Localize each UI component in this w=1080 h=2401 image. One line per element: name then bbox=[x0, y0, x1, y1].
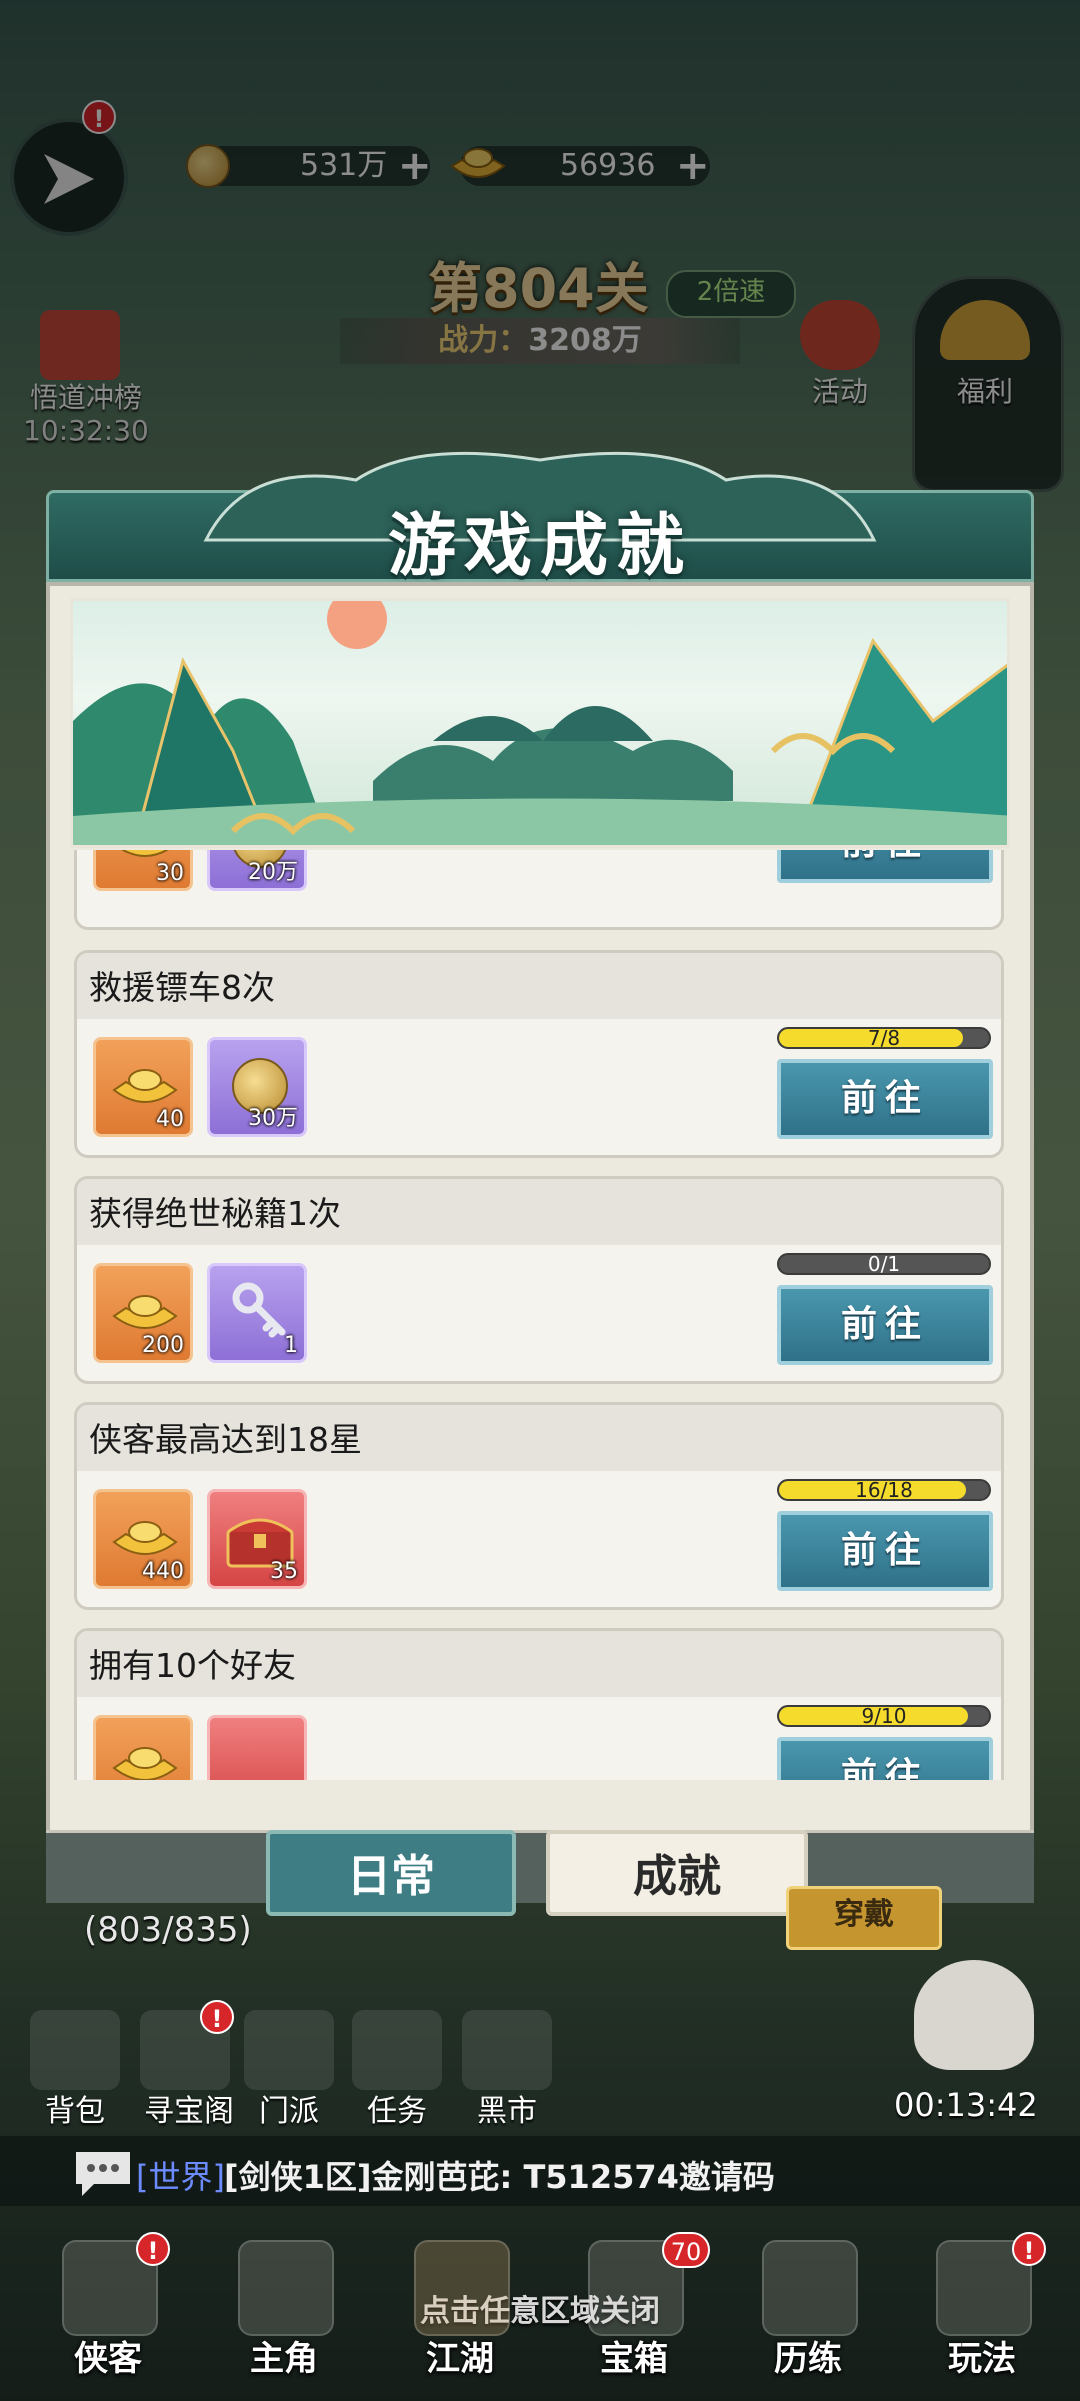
nav-chest-badge: 70 bbox=[662, 2232, 710, 2268]
achievement-title: 拥有10个好友 bbox=[89, 1646, 296, 1685]
go-button[interactable]: 前往 bbox=[777, 850, 993, 883]
progress-text: 7/8 bbox=[867, 1027, 901, 1049]
protagonist-icon bbox=[238, 2240, 334, 2336]
reward-quantity: 30万 bbox=[248, 1106, 298, 1131]
mainline-progress: (803/835) bbox=[84, 1910, 252, 1950]
progress-text: 0/1 bbox=[867, 1253, 901, 1275]
reward-quantity: 20万 bbox=[248, 860, 298, 885]
nav-hero-label: 侠客 bbox=[74, 2339, 142, 2379]
progress-bar: 9/10 bbox=[777, 1705, 991, 1727]
chat-bubble-icon bbox=[76, 2152, 130, 2196]
reward-quantity: 40 bbox=[156, 1107, 184, 1132]
gold-ingot-reward[interactable]: 40 bbox=[93, 1037, 193, 1137]
equip-button[interactable]: 穿戴 bbox=[786, 1886, 942, 1950]
achievement-title: 获得绝世秘籍1次 bbox=[89, 1194, 341, 1233]
progress-bar: 16/18 bbox=[777, 1479, 991, 1501]
gold-ingot-reward[interactable]: 30 bbox=[93, 850, 193, 891]
black-market-icon[interactable] bbox=[462, 2010, 552, 2090]
sword-icon bbox=[414, 2240, 510, 2336]
achievement-list[interactable]: 30 20万 前往 救援镖车8次 40 30万 7/8 bbox=[74, 850, 1004, 1780]
nav-gameplay-badge: ! bbox=[1012, 2232, 1046, 2266]
reward-quantity: 30 bbox=[156, 861, 184, 886]
sect-icon[interactable] bbox=[244, 2010, 334, 2090]
go-button[interactable]: 前往 bbox=[777, 1059, 993, 1139]
copper-coin-reward[interactable]: 20万 bbox=[207, 850, 307, 891]
gold-ingot-icon bbox=[112, 1295, 178, 1329]
progress-text: 16/18 bbox=[855, 1479, 913, 1501]
nav-training-label: 历练 bbox=[774, 2339, 842, 2379]
go-button[interactable]: 前往 bbox=[777, 1285, 993, 1365]
chat-channel: [世界] bbox=[136, 2158, 225, 2196]
toolbar-bag-label: 背包 bbox=[45, 2094, 105, 2129]
landscape-banner-image bbox=[70, 598, 1010, 848]
nav-jianghu[interactable]: 江湖 bbox=[390, 2230, 530, 2380]
toolbar-market-label: 黑市 bbox=[477, 2094, 537, 2129]
gold-ingot-reward[interactable]: 440 bbox=[93, 1489, 193, 1589]
nav-jianghu-label: 江湖 bbox=[426, 2339, 494, 2379]
gold-ingot-reward[interactable] bbox=[93, 1715, 193, 1780]
task-icon[interactable] bbox=[352, 2010, 442, 2090]
achievement-title: 侠客最高达到18星 bbox=[89, 1420, 362, 1459]
training-icon bbox=[762, 2240, 858, 2336]
reward-quantity: 35 bbox=[270, 1559, 298, 1584]
scroll-reward[interactable] bbox=[207, 1715, 307, 1780]
key-reward[interactable]: 1 bbox=[207, 1263, 307, 1363]
tab-achievement[interactable]: 成就 bbox=[546, 1830, 808, 1916]
gold-ingot-icon bbox=[112, 1069, 178, 1103]
reward-quantity: 1 bbox=[284, 1333, 298, 1358]
progress-bar: 0/1 bbox=[777, 1253, 991, 1275]
toolbar-sect-label: 门派 bbox=[259, 2094, 319, 2129]
key-icon bbox=[232, 1282, 286, 1338]
dialog-title: 游戏成就 bbox=[387, 506, 692, 586]
toolbar-task-label: 任务 bbox=[367, 2094, 427, 2129]
notification-dot: ! bbox=[200, 2000, 234, 2034]
achievement-dialog: 游戏成就 30 20万 前往 bbox=[46, 451, 1034, 1916]
go-button[interactable]: 前往 bbox=[777, 1511, 993, 1591]
achievement-card: 获得绝世秘籍1次 200 1 0/1 前往 bbox=[74, 1176, 1004, 1384]
nav-hero-badge: ! bbox=[136, 2232, 170, 2266]
nav-protagonist[interactable]: 主角 bbox=[214, 2230, 354, 2380]
achievement-card: 拥有10个好友 9/10 前往 bbox=[74, 1628, 1004, 1780]
reward-quantity: 440 bbox=[142, 1559, 184, 1584]
nav-training[interactable]: 历练 bbox=[738, 2230, 878, 2380]
achievement-card: 侠客最高达到18星 440 35 16/18 前往 bbox=[74, 1402, 1004, 1610]
go-button[interactable]: 前往 bbox=[777, 1737, 993, 1780]
nav-gameplay-label: 玩法 bbox=[948, 2339, 1016, 2379]
nav-protagonist-label: 主角 bbox=[250, 2339, 318, 2379]
gold-ingot-icon bbox=[112, 1747, 178, 1780]
nav-chest-label: 宝箱 bbox=[600, 2339, 668, 2379]
gold-ingot-icon bbox=[112, 1521, 178, 1555]
progress-text: 9/10 bbox=[861, 1705, 907, 1727]
gold-ingot-reward[interactable]: 200 bbox=[93, 1263, 193, 1363]
chest-reward[interactable]: 35 bbox=[207, 1489, 307, 1589]
achievement-card: 救援镖车8次 40 30万 7/8 前往 bbox=[74, 950, 1004, 1158]
tab-daily[interactable]: 日常 bbox=[266, 1830, 516, 1916]
chat-message: [剑侠1区]金刚芭芘: T512574邀请码 bbox=[224, 2158, 775, 2196]
mountain-landscape-icon bbox=[73, 601, 1007, 845]
lucky-cat-icon[interactable] bbox=[914, 1960, 1034, 2070]
progress-bar: 7/8 bbox=[777, 1027, 991, 1049]
cat-timer: 00:13:42 bbox=[894, 2086, 1038, 2124]
reward-quantity: 200 bbox=[142, 1333, 184, 1358]
achievement-title: 救援镖车8次 bbox=[89, 968, 275, 1007]
achievement-card: 30 20万 前往 bbox=[74, 850, 1004, 930]
copper-coin-reward[interactable]: 30万 bbox=[207, 1037, 307, 1137]
bag-icon[interactable] bbox=[30, 2010, 120, 2090]
